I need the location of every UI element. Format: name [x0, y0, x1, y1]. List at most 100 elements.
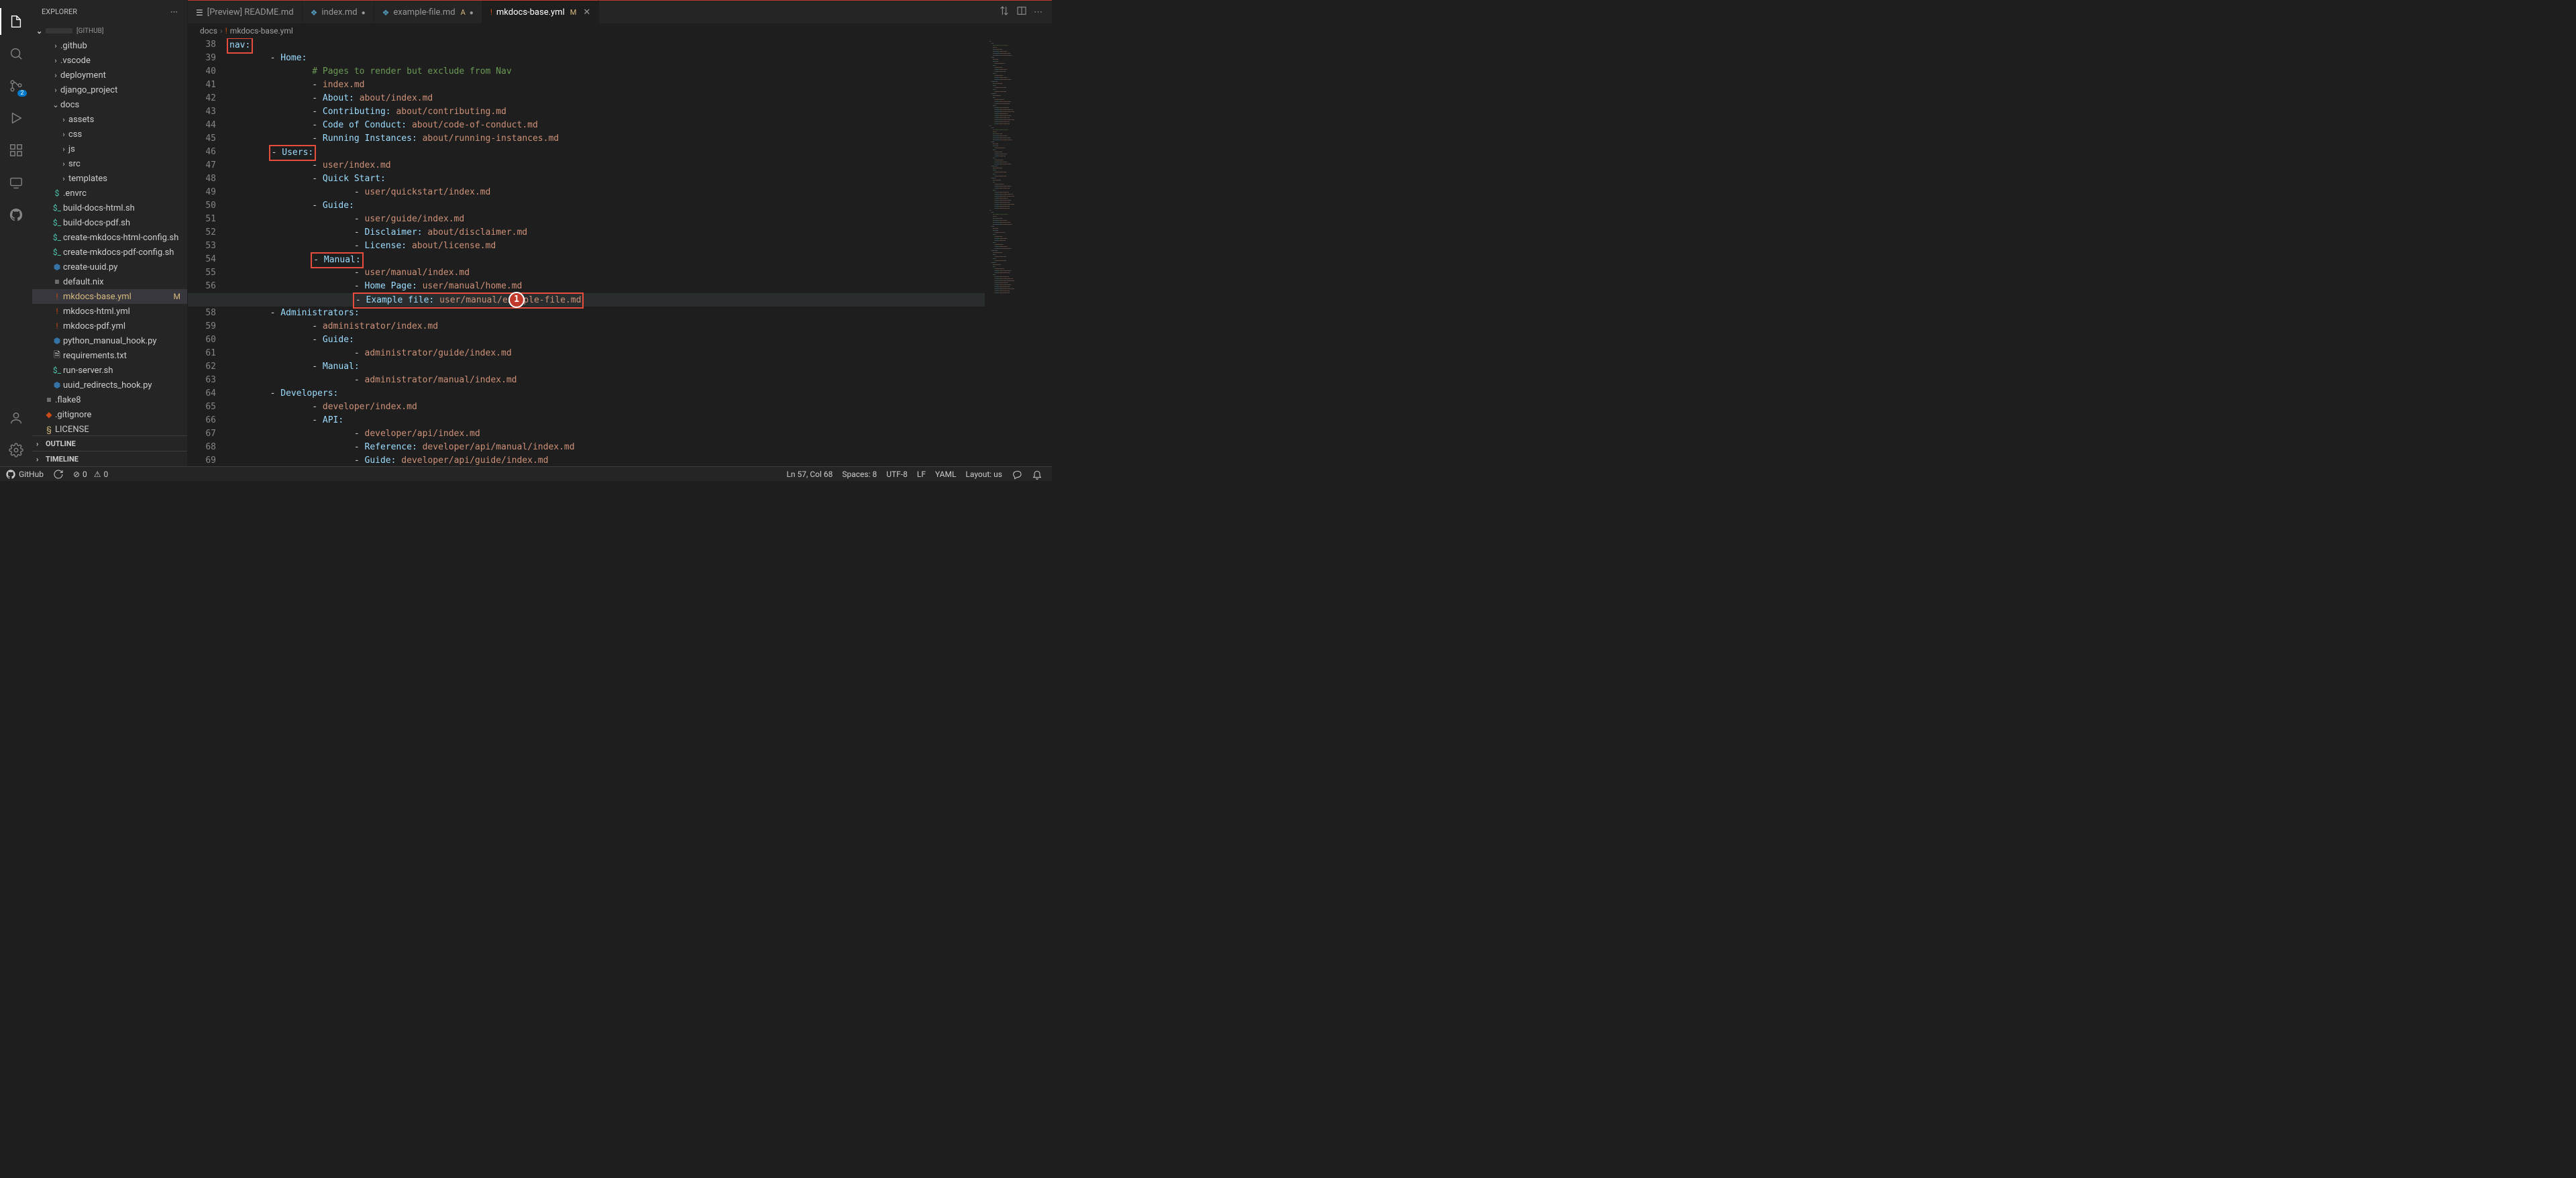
code-line[interactable]: - administrator/index.md [228, 320, 978, 333]
sidebar-repo-header[interactable]: ⌄ [GITHUB] [32, 23, 187, 38]
tree-folder[interactable]: ›django_project [32, 83, 187, 97]
code-line[interactable]: - API: [228, 414, 978, 427]
tree-folder[interactable]: ›.github [32, 38, 187, 53]
remote-icon[interactable] [0, 166, 32, 199]
tree-folder[interactable]: ⌄docs [32, 97, 187, 112]
github-icon[interactable] [0, 199, 32, 231]
status-language[interactable]: YAML [935, 470, 956, 479]
status-spaces[interactable]: Spaces: 8 [842, 470, 877, 479]
code-line[interactable]: - Code of Conduct: about/code-of-conduct… [228, 119, 978, 132]
breadcrumb[interactable]: docs › ! mkdocs-base.yml [188, 23, 1052, 38]
code-line[interactable]: - administrator/manual/index.md [228, 374, 978, 387]
tree-file[interactable]: $_build-docs-html.sh [32, 201, 187, 215]
code-line[interactable]: - Home: [228, 52, 978, 65]
tree-label: LICENSE [55, 425, 89, 435]
code-line[interactable]: - Manual: [228, 360, 978, 374]
explorer-icon[interactable] [0, 5, 32, 38]
code-line[interactable]: - user/quickstart/index.md [228, 186, 978, 199]
tree-file[interactable]: $_create-mkdocs-html-config.sh [32, 230, 187, 245]
more-icon[interactable]: ⋯ [1034, 7, 1042, 17]
tree-folder[interactable]: ›js [32, 142, 187, 156]
sidebar-more-icon[interactable]: ⋯ [170, 7, 178, 16]
tree-folder[interactable]: ›.vscode [32, 53, 187, 68]
tree-file[interactable]: $_build-docs-pdf.sh [32, 215, 187, 230]
code-line[interactable]: - user/manual/index.md [228, 266, 978, 280]
editor[interactable]: 3839404142434445464748495051525354555657… [188, 38, 1052, 466]
tree-file[interactable]: $.envrc [32, 186, 187, 201]
code-line[interactable]: - Running Instances: about/running-insta… [228, 132, 978, 146]
tree-folder[interactable]: ›templates [32, 171, 187, 186]
status-cursor[interactable]: Ln 57, Col 68 [786, 470, 833, 479]
minimap[interactable]: ▪▪ ▪▪▪ ▪▪▪▪▪▪▪▪▪▪▪▪▪▪▪▪▪▪▪ ▪▪▪▪▪ ▪▪▪▪▪▪▪… [985, 38, 1052, 466]
code-line[interactable]: - Guide: developer/api/guide/index.md [228, 454, 978, 466]
tree-folder[interactable]: ›assets [32, 112, 187, 127]
status-encoding[interactable]: UTF-8 [886, 470, 908, 479]
tree-folder[interactable]: ›src [32, 156, 187, 171]
breadcrumb-file[interactable]: ! mkdocs-base.yml [225, 26, 293, 36]
code-line[interactable]: - Contributing: about/contributing.md [228, 105, 978, 119]
split-editor-icon[interactable] [1016, 5, 1027, 19]
status-feedback-icon[interactable] [1012, 469, 1022, 480]
timeline-header[interactable]: › TIMELINE [32, 451, 187, 466]
outline-header[interactable]: › OUTLINE [32, 436, 187, 451]
chevron-right-icon: › [59, 160, 68, 168]
source-control-icon[interactable]: 2 [0, 70, 32, 102]
tree-file[interactable]: ⬢uuid_redirects_hook.py [32, 378, 187, 392]
code-line[interactable]: - Example file: user/manual/example-file… [188, 293, 1052, 307]
tab[interactable]: !mkdocs-base.ymlM✕ [482, 0, 599, 23]
tree-file[interactable]: $_run-server.sh [32, 363, 187, 378]
code-line[interactable]: - License: about/license.md [228, 239, 978, 253]
tree-file[interactable]: ⬢create-uuid.py [32, 260, 187, 274]
tab[interactable]: ❖index.md [303, 1, 374, 24]
tab-modified-badge: A [461, 8, 466, 17]
code-line[interactable]: - index.md [228, 78, 978, 92]
tree-file[interactable]: ≡default.nix [32, 274, 187, 289]
code-line[interactable]: - Administrators: [228, 307, 978, 320]
tree-file[interactable]: ◆.gitignore [32, 407, 187, 422]
tab[interactable]: ❖example-file.mdA [374, 1, 482, 24]
tree-folder[interactable]: ›deployment [32, 68, 187, 83]
status-bell-icon[interactable] [1032, 469, 1042, 480]
code-line[interactable]: # Pages to render but exclude from Nav [228, 65, 978, 78]
close-icon[interactable]: ✕ [583, 7, 590, 17]
run-debug-icon[interactable] [0, 102, 32, 134]
code-line[interactable]: - Guide: [228, 199, 978, 213]
code-line[interactable]: - Quick Start: [228, 172, 978, 186]
tree-file[interactable]: §LICENSE [32, 422, 187, 435]
code-line[interactable]: - Developers: [228, 387, 978, 400]
tab[interactable]: ☰[Preview] README.md [188, 1, 303, 24]
status-layout[interactable]: Layout: us [965, 470, 1002, 479]
code-line[interactable]: - Reference: developer/api/manual/index.… [228, 441, 978, 454]
code-line[interactable]: - developer/index.md [228, 400, 978, 414]
code-content[interactable]: nav: - Home: # Pages to render but exclu… [228, 38, 978, 466]
status-eol[interactable]: LF [917, 470, 926, 479]
tree-file[interactable]: !mkdocs-html.yml [32, 304, 187, 319]
breadcrumb-folder[interactable]: docs [200, 26, 217, 36]
code-line[interactable]: - Manual: [228, 253, 978, 266]
code-line[interactable]: - About: about/index.md [228, 92, 978, 105]
code-line[interactable]: - administrator/guide/index.md [228, 347, 978, 360]
tree-folder[interactable]: ›css [32, 127, 187, 142]
code-line[interactable]: - developer/api/index.md [228, 427, 978, 441]
tree-file[interactable]: $_create-mkdocs-pdf-config.sh [32, 245, 187, 260]
status-sync[interactable] [53, 469, 64, 480]
code-line[interactable]: - user/guide/index.md [228, 213, 978, 226]
code-line[interactable]: - Guide: [228, 333, 978, 347]
status-problems[interactable]: ⊘0 ⚠0 [73, 470, 108, 479]
accounts-icon[interactable] [0, 402, 32, 434]
tree-file[interactable]: !mkdocs-pdf.yml [32, 319, 187, 333]
status-github[interactable]: GitHub [5, 469, 44, 480]
code-line[interactable]: nav: [228, 38, 978, 52]
search-icon[interactable] [0, 38, 32, 70]
settings-icon[interactable] [0, 434, 32, 466]
code-line[interactable]: - Disclaimer: about/disclaimer.md [228, 226, 978, 239]
code-line[interactable]: - Home Page: user/manual/home.md [228, 280, 978, 293]
tree-file[interactable]: !mkdocs-base.ymlM [32, 289, 187, 304]
tree-file[interactable]: 🗎requirements.txt [32, 348, 187, 363]
compare-icon[interactable] [999, 5, 1010, 19]
code-line[interactable]: - user/index.md [228, 159, 978, 172]
tree-file[interactable]: ⬢python_manual_hook.py [32, 333, 187, 348]
code-line[interactable]: - Users: [228, 146, 978, 159]
tree-file[interactable]: ≡.flake8 [32, 392, 187, 407]
extensions-icon[interactable] [0, 134, 32, 166]
